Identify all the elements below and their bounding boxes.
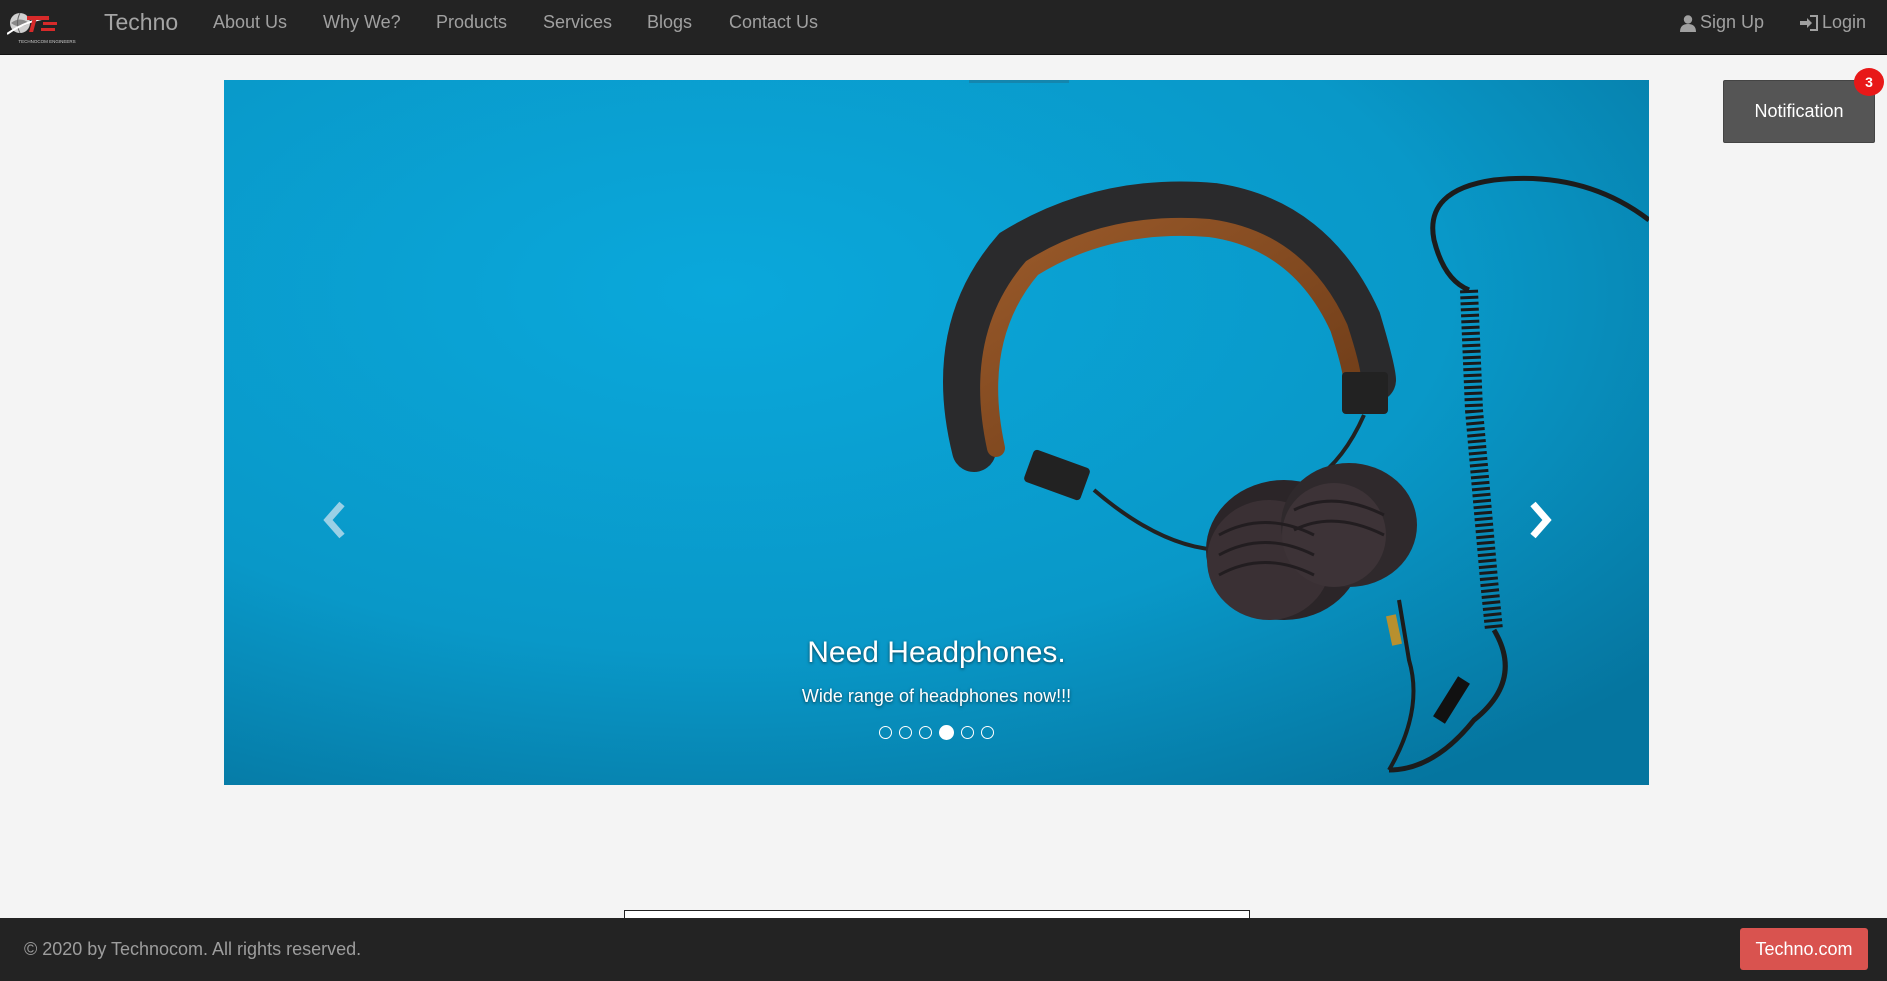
carousel-indicators bbox=[224, 725, 1649, 740]
carousel-indicator-dot[interactable] bbox=[961, 726, 974, 739]
carousel-indicator-dot[interactable] bbox=[981, 726, 994, 739]
login-icon bbox=[1800, 14, 1819, 32]
nav-products[interactable]: Products bbox=[436, 0, 507, 45]
carousel-indicator-dot[interactable] bbox=[939, 725, 954, 740]
user-icon bbox=[1679, 14, 1697, 32]
chevron-left-icon bbox=[323, 501, 345, 539]
nav-why-we[interactable]: Why We? bbox=[323, 0, 401, 45]
svg-text:TECHNOCOM ENGINEERS: TECHNOCOM ENGINEERS bbox=[18, 39, 75, 44]
page-footer: © 2020 by Technocom. All rights reserved… bbox=[0, 918, 1887, 981]
brand-link[interactable]: Techno bbox=[104, 0, 178, 45]
notification-count-badge: 3 bbox=[1854, 68, 1884, 96]
nav-about-us[interactable]: About Us bbox=[213, 0, 287, 45]
notification-label: Notification bbox=[1754, 101, 1844, 121]
copyright-text: © 2020 by Technocom. All rights reserved… bbox=[24, 939, 362, 959]
nav-blogs[interactable]: Blogs bbox=[647, 0, 692, 45]
techno-site-button[interactable]: Techno.com bbox=[1740, 928, 1868, 970]
signup-label: Sign Up bbox=[1700, 12, 1765, 32]
carousel-indicator-dot[interactable] bbox=[919, 726, 932, 739]
chevron-right-icon bbox=[1530, 501, 1552, 539]
carousel-next-button[interactable] bbox=[1515, 490, 1565, 550]
top-navbar: TECHNOCOM ENGINEERS Techno About Us Why … bbox=[0, 0, 1887, 55]
carousel-caption-subtitle: Wide range of headphones now!!! bbox=[801, 686, 1072, 706]
headphones-slide-image bbox=[224, 80, 1649, 785]
login-link[interactable]: Login bbox=[1800, 0, 1866, 45]
nav-services[interactable]: Services bbox=[543, 0, 612, 45]
carousel-indicator-dot[interactable] bbox=[879, 726, 892, 739]
techno-site-button-label: Techno.com bbox=[1755, 938, 1853, 959]
signup-link[interactable]: Sign Up bbox=[1679, 0, 1764, 45]
nav-contact-us[interactable]: Contact Us bbox=[729, 0, 818, 45]
login-label: Login bbox=[1822, 12, 1867, 32]
notification-button[interactable]: Notification bbox=[1723, 80, 1875, 143]
company-logo[interactable]: TECHNOCOM ENGINEERS bbox=[6, 10, 87, 46]
carousel-prev-button[interactable] bbox=[310, 490, 360, 550]
carousel-indicator-dot[interactable] bbox=[899, 726, 912, 739]
hero-carousel: Need Headphones. Wide range of headphone… bbox=[224, 80, 1649, 785]
carousel-caption-title: Need Headphones. bbox=[807, 636, 1066, 669]
